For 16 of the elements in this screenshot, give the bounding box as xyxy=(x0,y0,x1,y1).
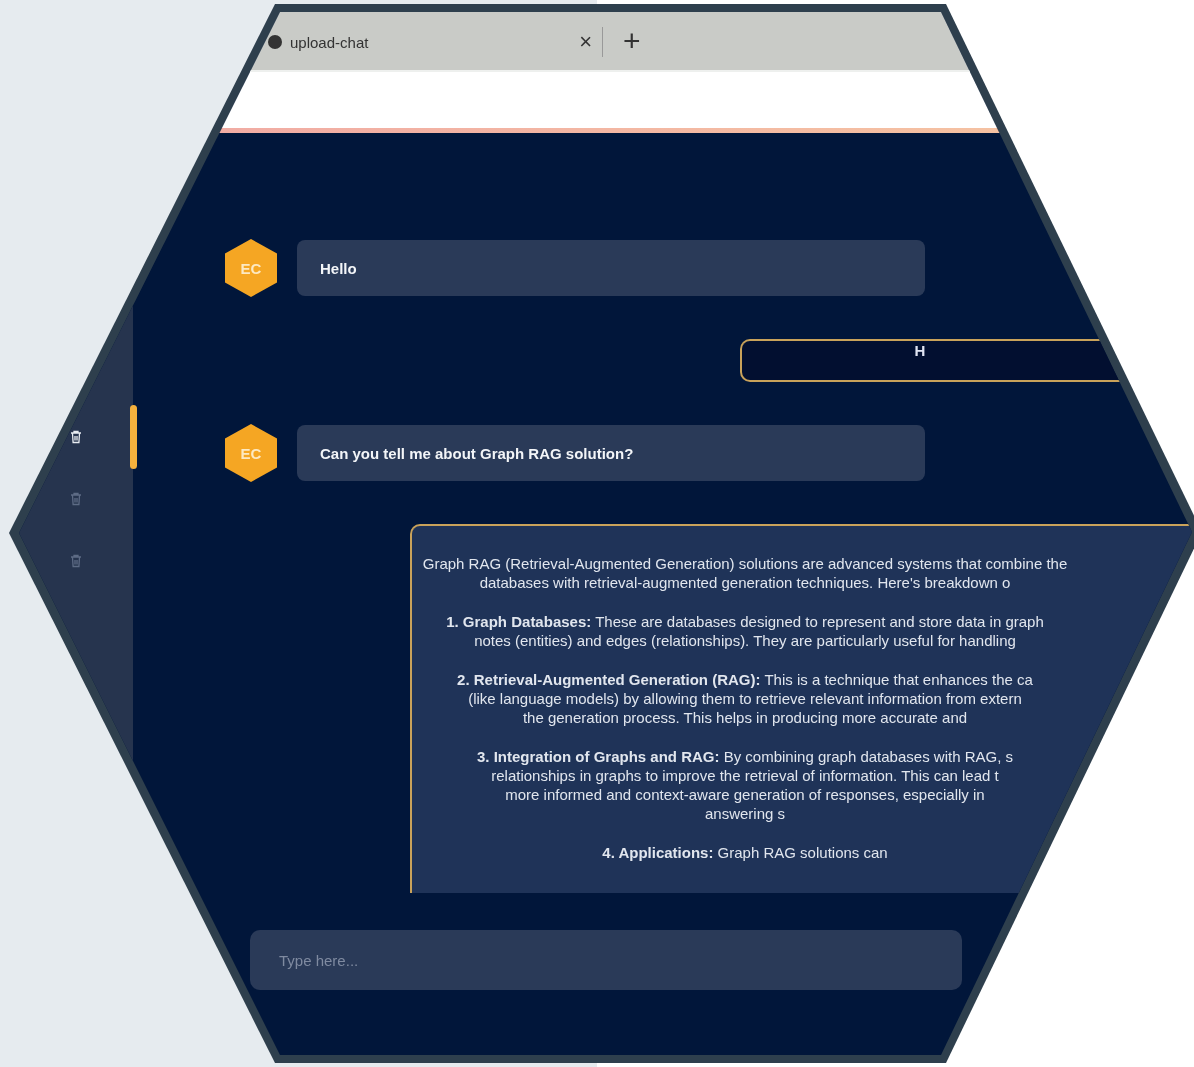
response-paragraph: Graph RAG (Retrieval-Augmented Generation) solutions are advanced systems that combine the databases with retrieval-augmented generation techniques. Here's breakdown o xyxy=(422,554,1068,592)
browser-tab[interactable]: upload-chat xyxy=(290,33,369,51)
avatar: EC xyxy=(225,239,277,297)
user-message: Hello xyxy=(297,240,925,296)
favicon-icon xyxy=(268,35,282,49)
message-input[interactable]: Type here... xyxy=(250,930,962,990)
response-paragraph: 4. Applications: Graph RAG solutions can xyxy=(602,843,888,862)
active-indicator xyxy=(130,405,137,469)
response-paragraph: 2. Retrieval-Augmented Generation (RAG): This is a technique that enhances the ca (like language models) by allowing them to retrieve relevant information from extern the generation process. This helps in producing more accurate and xyxy=(457,670,1033,727)
close-tab-button[interactable]: × xyxy=(579,31,592,53)
response-paragraph: 1. Graph Databases: These are databases designed to represent and store data in graph notes (entities) and edges (relationships). They are particularly useful for handling xyxy=(446,612,1044,650)
user-message: Can you tell me about Graph RAG solution? xyxy=(297,425,925,481)
new-tab-button[interactable]: + xyxy=(623,26,641,56)
response-paragraph: H xyxy=(914,341,926,360)
avatar: EC xyxy=(225,424,277,482)
response-paragraph: 3. Integration of Graphs and RAG: By combining graph databases with RAG, s relationships in graphs to improve the retrieval of information. This can lead t more informed and context-aware generation of responses, especially in answering s xyxy=(477,747,1013,823)
